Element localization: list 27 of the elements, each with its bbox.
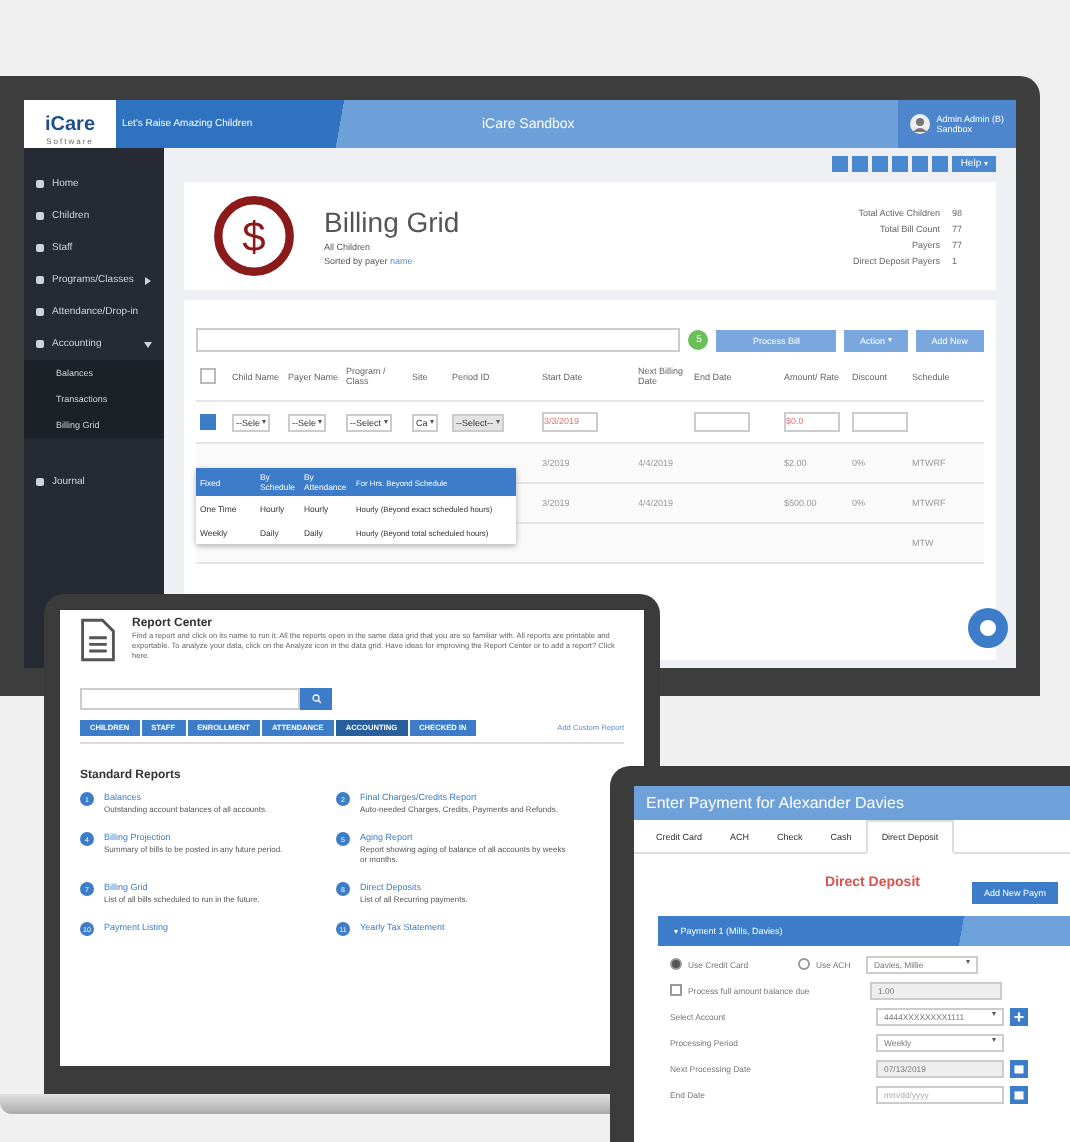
- menu-item-icon: [36, 478, 44, 486]
- document-icon: [80, 618, 116, 662]
- checkbox[interactable]: [200, 413, 216, 429]
- caret-icon[interactable]: [145, 276, 151, 284]
- search-icon: [311, 694, 321, 704]
- chat-icon[interactable]: [968, 608, 1008, 648]
- add-account-button[interactable]: [1010, 1007, 1028, 1025]
- radio-button[interactable]: [798, 958, 810, 970]
- checkbox[interactable]: [670, 984, 682, 996]
- radio-button[interactable]: [670, 958, 682, 970]
- report-search-field[interactable]: [80, 688, 300, 710]
- menu-item-icon: [36, 212, 44, 220]
- grid-search-field[interactable]: [196, 328, 681, 352]
- menu-item-icon: [36, 340, 44, 348]
- checkbox[interactable]: [200, 367, 216, 383]
- menu-item-icon: [36, 276, 44, 284]
- dollar-icon: $: [212, 194, 296, 278]
- menu-item-icon: [36, 180, 44, 188]
- menu-item-icon: [36, 308, 44, 316]
- date-field[interactable]: [694, 411, 750, 431]
- avatar-icon[interactable]: [910, 114, 931, 134]
- discount-field[interactable]: [852, 411, 908, 431]
- menu-item-icon: [36, 244, 44, 252]
- payment-title: Enter Payment for Alexander Davies: [634, 786, 1070, 820]
- caret-icon[interactable]: [144, 341, 152, 347]
- search-button[interactable]: [300, 688, 332, 710]
- page-title: Billing Grid: [324, 206, 462, 238]
